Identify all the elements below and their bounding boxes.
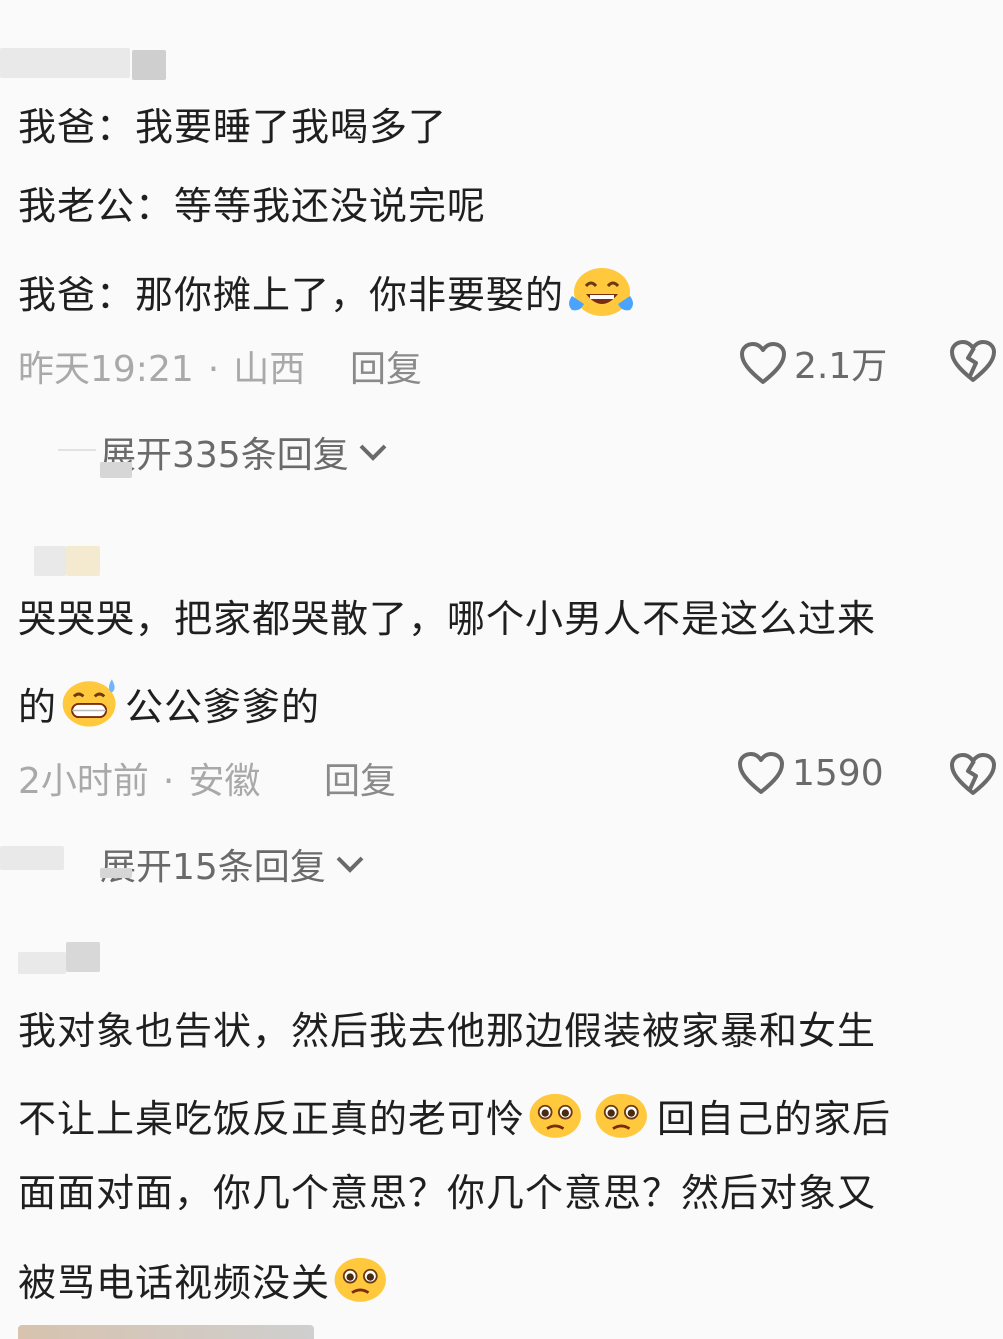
username-blurred[interactable] [66, 546, 100, 576]
expand-divider [58, 449, 96, 451]
comment-time: 2小时前 [18, 761, 149, 802]
comment-text-line: 面面对面，你几个意思？你几个意思？然后对象又 [18, 1171, 877, 1215]
comment-meta: 2小时前 · 安徽 [18, 752, 260, 804]
comment-text-line: 我爸：那你摊上了，你非要娶的 [18, 262, 636, 318]
comment-text: 我爸：那你摊上了，你非要娶的 [18, 273, 565, 317]
heart-outline-icon [738, 752, 784, 794]
comment-location: 安徽 [188, 761, 261, 802]
separator-dot: · [162, 761, 175, 802]
expand-replies-button[interactable]: 展开15条回复 [100, 838, 366, 890]
avatar-blurred [100, 868, 132, 878]
pleading-face-emoji [595, 1093, 647, 1138]
pleading-face-emoji [529, 1093, 581, 1138]
reply-button[interactable]: 回复 [350, 340, 422, 392]
comment-text: 不让上桌吃饭反正真的老可怜 [18, 1097, 526, 1141]
comment-text-line: 哭哭哭，把家都哭散了，哪个小男人不是这么过来 [18, 597, 877, 641]
username-blurred[interactable] [34, 546, 66, 576]
broken-heart-icon[interactable] [948, 751, 998, 797]
comment-location: 山西 [233, 349, 306, 390]
like-count: 2.1万 [794, 346, 888, 387]
avatar-blurred [0, 846, 64, 870]
like-button[interactable]: 1590 [736, 750, 884, 796]
reply-button[interactable]: 回复 [324, 752, 396, 804]
comment-text: 的 [18, 685, 58, 729]
comment-text: 被骂电话视频没关 [18, 1261, 331, 1305]
username-blurred[interactable] [0, 48, 130, 78]
chevron-down-icon [336, 856, 364, 873]
chevron-down-icon [359, 444, 387, 461]
like-button[interactable]: 2.1万 [738, 337, 887, 389]
comment-text-line: 的 公公爹爹的 [18, 674, 320, 730]
comment-time: 昨天19:21 [18, 349, 194, 390]
grinning-sweat-emoji [62, 679, 116, 727]
heart-outline-icon [740, 342, 786, 384]
username-blurred[interactable] [18, 952, 66, 974]
comment-text: 公公爹爹的 [125, 685, 321, 729]
tears-of-joy-emoji [569, 268, 634, 316]
expand-replies-label: 展开335条回复 [100, 435, 349, 476]
expand-replies-label: 展开15条回复 [100, 847, 326, 888]
username-blurred[interactable] [132, 50, 166, 80]
comment-text-line: 我爸：我要睡了我喝多了 [18, 105, 448, 149]
pleading-face-emoji [334, 1257, 386, 1302]
comment-meta: 昨天19:21 · 山西 [18, 340, 305, 392]
comment-text-line: 被骂电话视频没关 [18, 1250, 396, 1306]
comment-text-line: 我老公：等等我还没说完呢 [18, 184, 487, 228]
comment-text: 回自己的家后 [657, 1097, 892, 1141]
comment-text-line: 我对象也告状，然后我去他那边假装被家暴和女生 [18, 1009, 877, 1053]
username-blurred[interactable] [66, 942, 100, 972]
like-count: 1590 [792, 752, 884, 794]
avatar-blurred [100, 462, 132, 478]
broken-heart-icon[interactable] [948, 338, 998, 384]
expand-replies-button[interactable]: 展开335条回复 [100, 426, 389, 478]
comment-text-line: 不让上桌吃饭反正真的老可怜 回自己的家后 [18, 1086, 891, 1142]
separator-dot: · [207, 349, 220, 390]
